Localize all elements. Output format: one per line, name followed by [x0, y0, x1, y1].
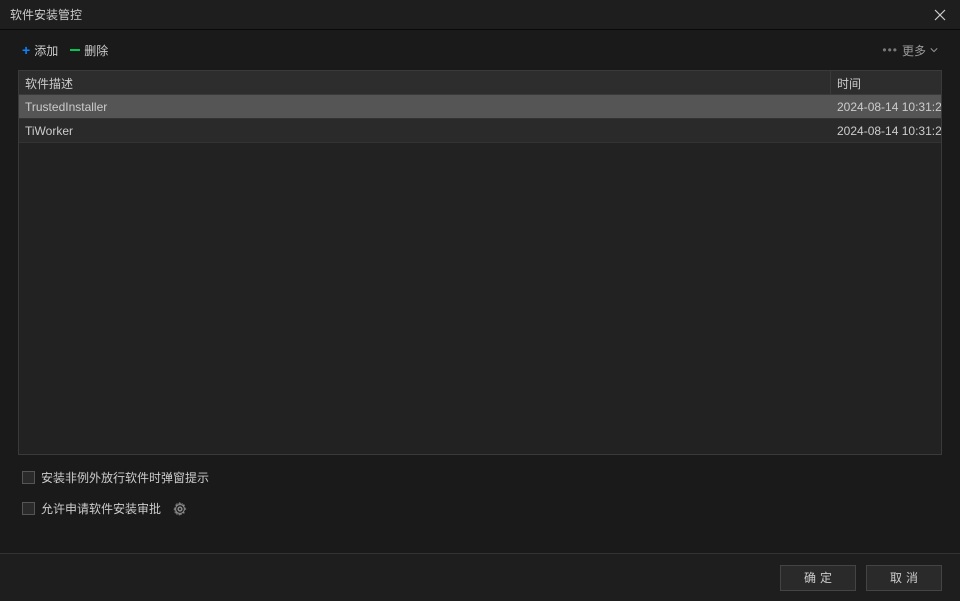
cell-desc: TrustedInstaller [19, 96, 831, 118]
chevron-down-icon [930, 43, 938, 57]
popup-prompt-checkbox[interactable] [22, 471, 35, 484]
allow-approval-label: 允许申请软件安装审批 [41, 500, 161, 517]
titlebar: 软件安装管控 [0, 0, 960, 30]
delete-button[interactable]: 删除 [70, 42, 108, 59]
header-time[interactable]: 时间 [831, 71, 941, 94]
table-row[interactable]: TiWorker2024-08-14 10:31:23 [19, 119, 941, 143]
gear-icon [173, 502, 187, 516]
options-area: 安装非例外放行软件时弹窗提示 允许申请软件安装审批 [0, 455, 960, 517]
cell-time: 2024-08-14 10:31:23 [831, 96, 941, 118]
allow-approval-option: 允许申请软件安装审批 [22, 500, 938, 517]
header-desc[interactable]: 软件描述 [19, 71, 831, 94]
toolbar: + 添加 删除 ••• 更多 [0, 30, 960, 70]
add-button[interactable]: + 添加 [22, 42, 58, 59]
add-label: 添加 [34, 42, 58, 59]
cell-desc: TiWorker [19, 120, 831, 142]
plus-icon: + [22, 42, 30, 58]
footer: 确定 取消 [0, 553, 960, 601]
popup-prompt-option: 安装非例外放行软件时弹窗提示 [22, 469, 938, 486]
delete-label: 删除 [84, 42, 108, 59]
table-header: 软件描述 时间 [19, 71, 941, 95]
popup-prompt-label: 安装非例外放行软件时弹窗提示 [41, 469, 209, 486]
toolbar-left: + 添加 删除 [22, 42, 108, 59]
ok-button[interactable]: 确定 [780, 565, 856, 591]
minus-icon [70, 49, 80, 51]
close-button[interactable] [930, 5, 950, 25]
window-title: 软件安装管控 [10, 6, 82, 23]
table-row[interactable]: TrustedInstaller2024-08-14 10:31:23 [19, 95, 941, 119]
close-icon [934, 9, 946, 21]
cell-time: 2024-08-14 10:31:23 [831, 120, 941, 142]
more-label: 更多 [902, 42, 926, 59]
software-table: 软件描述 时间 TrustedInstaller2024-08-14 10:31… [18, 70, 942, 455]
table-body: TrustedInstaller2024-08-14 10:31:23TiWor… [19, 95, 941, 143]
cancel-button[interactable]: 取消 [866, 565, 942, 591]
allow-approval-checkbox[interactable] [22, 502, 35, 515]
dots-icon: ••• [882, 43, 898, 57]
more-button[interactable]: ••• 更多 [882, 42, 938, 59]
settings-button[interactable] [173, 502, 187, 516]
